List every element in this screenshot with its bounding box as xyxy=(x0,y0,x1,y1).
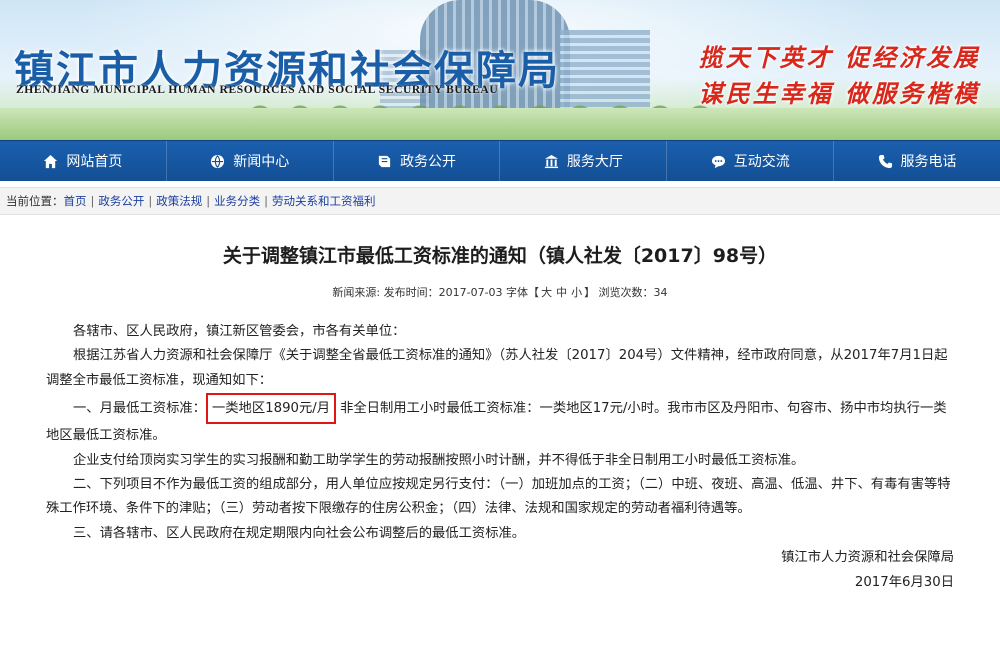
article-body: 各辖市、区人民政府，镇江新区管委会，市各有关单位： 根据江苏省人力资源和社会保障… xyxy=(46,320,954,595)
home-icon xyxy=(44,154,58,168)
highlighted-wage-standard: 一类地区1890元/月 xyxy=(205,393,337,425)
building-icon xyxy=(544,154,558,168)
nav-item-gov-affairs[interactable]: 政务公开 xyxy=(334,141,501,181)
breadcrumb-link-labor-relations[interactable]: 劳动关系和工资福利 xyxy=(272,193,376,209)
nav-item-label: 服务电话 xyxy=(900,154,957,170)
breadcrumb: 当前位置： 首页 | 政务公开 | 政策法规 | 业务分类 | 劳动关系和工资福… xyxy=(0,187,1000,215)
nav-item-service-phone[interactable]: 服务电话 xyxy=(834,141,1000,181)
paragraph-addressee: 各辖市、区人民政府，镇江新区管委会，市各有关单位： xyxy=(73,324,406,339)
banner-grass xyxy=(0,108,1000,140)
nav-item-news[interactable]: 新闻中心 xyxy=(167,141,334,181)
main-nav: 网站首页 新闻中心 政务公开 服务大厅 互动交流 服务电话 xyxy=(0,140,1000,181)
org-name-en: ZHENJIANG MUNICIPAL HUMAN RESOURCES AND … xyxy=(16,84,499,96)
breadcrumb-link-gov-affairs[interactable]: 政务公开 xyxy=(98,193,144,209)
nav-item-label: 服务大厅 xyxy=(566,154,623,170)
breadcrumb-link-business-category[interactable]: 业务分类 xyxy=(214,193,260,209)
font-size-small-button[interactable]: 小 xyxy=(571,286,582,299)
header-banner: 镇江市人力资源和社会保障局 ZHENJIANG MUNICIPAL HUMAN … xyxy=(0,0,1000,140)
nav-item-service-hall[interactable]: 服务大厅 xyxy=(500,141,668,181)
paragraph-interns: 企业支付给顶岗实习学生的实习报酬和勤工助学学生的劳动报酬按照小时计酬，并不得低于… xyxy=(73,452,805,468)
nav-item-home[interactable]: 网站首页 xyxy=(0,141,167,181)
phone-icon xyxy=(878,154,892,168)
meta-info: 新闻来源: 发布时间：2017-07-03 字体【 xyxy=(332,286,540,299)
nav-item-label: 新闻中心 xyxy=(233,154,290,170)
slogan-line-1: 揽天下英才 促经济发展 xyxy=(698,43,980,72)
nav-item-label: 互动交流 xyxy=(733,154,790,170)
nav-item-label: 政务公开 xyxy=(400,154,457,170)
breadcrumb-separator: | xyxy=(264,194,268,208)
chat-icon xyxy=(711,155,725,168)
font-size-medium-button[interactable]: 中 xyxy=(556,286,567,299)
slogan-line-2: 谋民生幸福 做服务楷模 xyxy=(698,79,980,108)
nav-item-interaction[interactable]: 互动交流 xyxy=(667,141,835,181)
paragraph-item-1: 一、月最低工资标准： 一类地区1890元/月 非全日制用工小时最低工资标准：一类地区… xyxy=(46,393,954,448)
breadcrumb-separator: | xyxy=(206,194,211,208)
breadcrumb-separator: | xyxy=(90,194,95,208)
paragraph-intro: 根据江苏省人力资源和社会保障厅《关于调整全省最低工资标准的通知》（苏人社发〔20… xyxy=(46,348,948,388)
book-icon xyxy=(378,155,391,167)
signature: 镇江市人力资源和社会保障局 xyxy=(781,550,954,566)
paragraph-item-2: 二、下列项目不作为最低工资的组成部分，用人单位应按规定另行支付：（一）加班加点的… xyxy=(46,477,951,517)
article-title: 关于调整镇江市最低工资标准的通知（镇人社发〔2017〕98号） xyxy=(222,245,778,267)
signature-date: 2017年6月30日 xyxy=(854,574,954,590)
meta-views: 】 浏览次数：34 xyxy=(584,286,668,299)
breadcrumb-link-policies[interactable]: 政策法规 xyxy=(156,193,202,209)
breadcrumb-separator: | xyxy=(148,194,153,208)
breadcrumb-link-home[interactable]: 首页 xyxy=(64,193,87,209)
paragraph-item-3: 三、请各辖市、区人民政府在规定期限内向社会公布调整后的最低工资标准。 xyxy=(73,525,526,541)
nav-item-label: 网站首页 xyxy=(66,154,123,170)
breadcrumb-prefix: 当前位置： xyxy=(6,194,64,208)
globe-icon xyxy=(211,154,225,168)
article-meta: 新闻来源: 发布时间：2017-07-03 字体【大中小】 浏览次数：34 xyxy=(0,284,1000,300)
font-size-large-button[interactable]: 大 xyxy=(541,286,552,299)
item-1-prefix: 一、月最低工资标准： xyxy=(73,401,206,417)
